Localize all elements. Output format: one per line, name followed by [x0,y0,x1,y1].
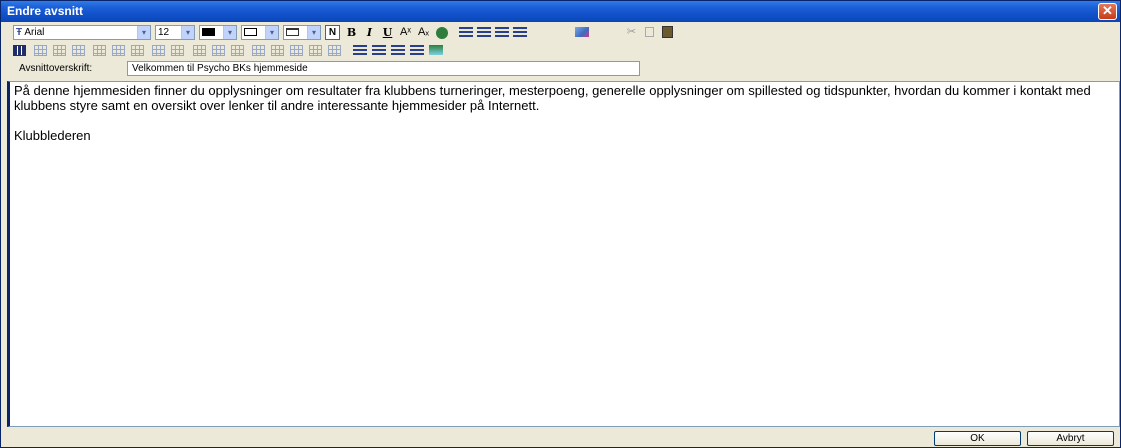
text-color-swatch-icon [202,28,215,36]
delete-column-icon[interactable] [152,45,165,56]
editor-blank-line [14,113,1115,128]
insert-column-left-icon[interactable] [93,45,106,56]
image-icon [574,27,589,37]
cell-properties-icon[interactable] [328,45,341,56]
chevron-down-icon: ▾ [181,26,194,39]
bullet-list-icon[interactable] [372,45,386,55]
background-color-select[interactable]: ▾ [241,25,279,40]
numbered-list-icon[interactable] [353,45,367,55]
align-center-icon[interactable] [477,27,491,37]
align-justify-icon[interactable] [513,27,527,37]
paste-button[interactable] [659,25,676,40]
merge-down-icon[interactable] [271,45,284,56]
section-heading-input[interactable] [127,61,640,76]
split-horizontal-icon[interactable] [290,45,303,56]
scissors-icon: ✂ [626,26,637,38]
subscript-button[interactable]: Aₓ [415,25,432,40]
font-name: Arial [24,27,45,38]
editor-paragraph: På denne hjemmesiden finner du opplysnin… [14,83,1091,113]
align-left-icon[interactable] [459,27,473,37]
split-cell-icon[interactable] [212,45,225,56]
dialog-footer: OK Avbryt [1,429,1120,448]
insert-image-button[interactable] [573,25,590,40]
rich-text-editor[interactable]: På denne hjemmesiden finner du opplysnin… [7,81,1120,427]
close-icon: ✕ [1102,3,1113,18]
superscript-button[interactable]: Aˣ [397,25,414,40]
globe-link-icon [435,27,448,39]
section-heading-label: Avsnittoverskrift: [19,63,93,74]
chevron-down-icon: ▾ [223,26,236,39]
border-select[interactable]: ▾ [283,25,321,40]
font-icon: Ŧ [16,27,23,38]
align-right-icon[interactable] [495,27,509,37]
cut-button[interactable]: ✂ [623,25,640,40]
highlight-icon[interactable] [429,45,443,55]
cancel-button[interactable]: Avbryt [1027,431,1114,446]
merge-right-icon[interactable] [252,45,265,56]
dialog-window: Endre avsnitt ✕ Ŧ Arial ▾ 12 ▾ ▾ ▾ ▾ N B… [0,0,1121,448]
bold-button[interactable]: B [343,25,360,40]
underline-button[interactable]: U [379,25,396,40]
chevron-down-icon: ▾ [307,26,320,39]
title-bar[interactable]: Endre avsnitt ✕ [1,1,1120,22]
section-heading-row: Avsnittoverskrift: [3,59,1118,79]
copy-button[interactable] [641,25,658,40]
insert-table-icon[interactable] [13,45,26,56]
italic-button[interactable]: I [361,25,378,40]
insert-cell-icon[interactable] [231,45,244,56]
chevron-down-icon: ▾ [265,26,278,39]
font-size-value: 12 [158,27,170,38]
background-color-swatch-icon [244,28,257,36]
formatting-toolbar: Ŧ Arial ▾ 12 ▾ ▾ ▾ ▾ N B I U Aˣ Aₓ ✂ [3,24,1118,42]
insert-link-button[interactable] [433,25,450,40]
border-style-icon [286,28,299,36]
insert-column-right-icon[interactable] [112,45,125,56]
text-color-select[interactable]: ▾ [199,25,237,40]
outdent-icon[interactable] [391,45,405,55]
chevron-down-icon: ▾ [137,26,150,39]
table-properties-icon[interactable] [34,45,47,56]
editor-paragraph: Klubblederen [14,128,91,143]
delete-row-icon[interactable] [131,45,144,56]
table-toolbar [3,42,1118,60]
insert-row-above-icon[interactable] [53,45,66,56]
indent-icon[interactable] [410,45,424,55]
merge-cells-icon[interactable] [193,45,206,56]
ok-button[interactable]: OK [934,431,1021,446]
insert-row-below-icon[interactable] [72,45,85,56]
normal-style-button[interactable]: N [325,25,340,40]
delete-cell-icon[interactable] [171,45,184,56]
clipboard-icon [662,26,673,38]
split-vertical-icon[interactable] [309,45,322,56]
window-title: Endre avsnitt [7,4,84,18]
copy-icon [645,27,654,37]
font-select[interactable]: Ŧ Arial ▾ [13,25,151,40]
close-button[interactable]: ✕ [1098,3,1117,20]
font-size-select[interactable]: 12 ▾ [155,25,195,40]
